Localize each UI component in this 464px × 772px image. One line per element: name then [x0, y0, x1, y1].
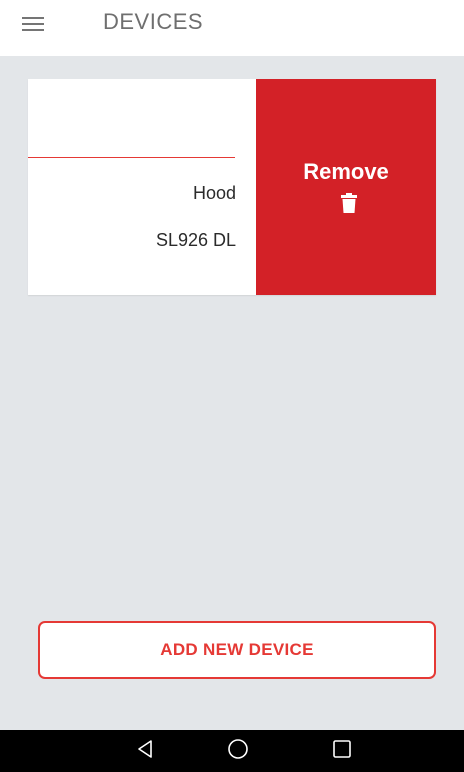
menu-button[interactable]: [22, 10, 66, 38]
recent-apps-square-icon: [332, 739, 352, 764]
page-title: DEVICES: [103, 9, 204, 34]
nav-back-button[interactable]: [129, 735, 161, 767]
nav-recent-apps-button[interactable]: [326, 735, 358, 767]
back-triangle-icon: [136, 739, 154, 764]
add-new-device-label: ADD NEW DEVICE: [160, 640, 314, 659]
device-card[interactable]: Hood SL926 DL Remove: [28, 79, 436, 295]
nav-home-button[interactable]: [222, 735, 254, 767]
add-new-device-button[interactable]: ADD NEW DEVICE: [38, 621, 436, 679]
home-circle-icon: [227, 738, 249, 765]
remove-device-button[interactable]: Remove: [256, 79, 436, 295]
device-info-panel[interactable]: Hood SL926 DL: [28, 79, 256, 295]
app-bar: DEVICES: [0, 0, 464, 56]
hamburger-menu-icon: [22, 16, 44, 32]
remove-label: Remove: [303, 159, 389, 184]
devices-screen: DEVICES Hood SL926 DL Remove ADD NEW DEV…: [0, 0, 464, 772]
device-divider: [28, 157, 235, 158]
device-model-label: SL926 DL: [155, 230, 236, 250]
trash-icon: [341, 193, 357, 213]
device-type-label: Hood: [192, 183, 236, 203]
system-nav-bar: [0, 730, 464, 772]
